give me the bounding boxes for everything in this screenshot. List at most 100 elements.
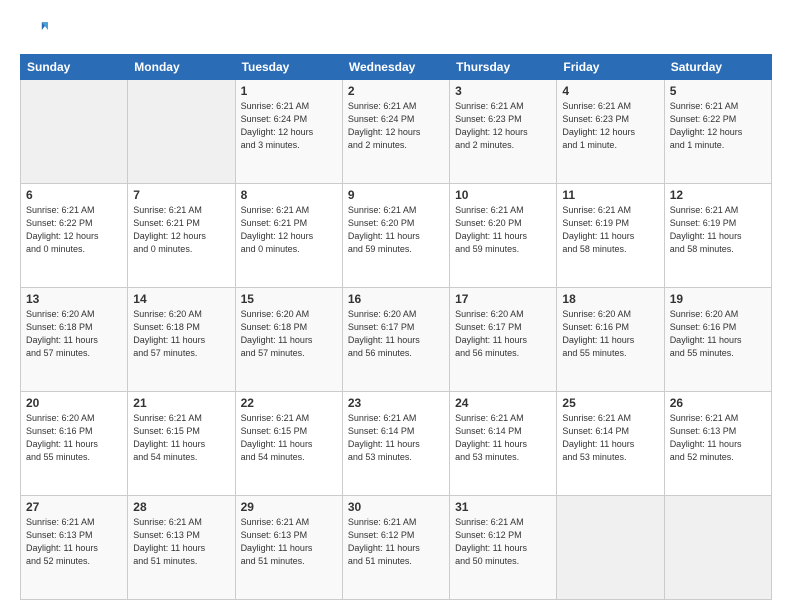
- header: [20, 16, 772, 44]
- week-row-4: 27 Sunrise: 6:21 AM Sunset: 6:13 PM Dayli…: [21, 496, 772, 600]
- day-info: Sunrise: 6:21 AM Sunset: 6:12 PM Dayligh…: [348, 516, 444, 568]
- day-number: 29: [241, 500, 337, 514]
- calendar-cell: 15 Sunrise: 6:20 AM Sunset: 6:18 PM Dayli…: [235, 288, 342, 392]
- day-number: 24: [455, 396, 551, 410]
- header-day-sunday: Sunday: [21, 55, 128, 80]
- header-day-monday: Monday: [128, 55, 235, 80]
- calendar-cell: 22 Sunrise: 6:21 AM Sunset: 6:15 PM Dayli…: [235, 392, 342, 496]
- day-info: Sunrise: 6:20 AM Sunset: 6:17 PM Dayligh…: [348, 308, 444, 360]
- calendar-cell: 8 Sunrise: 6:21 AM Sunset: 6:21 PM Daylig…: [235, 184, 342, 288]
- day-info: Sunrise: 6:21 AM Sunset: 6:13 PM Dayligh…: [133, 516, 229, 568]
- calendar-cell: 20 Sunrise: 6:20 AM Sunset: 6:16 PM Dayli…: [21, 392, 128, 496]
- week-row-3: 20 Sunrise: 6:20 AM Sunset: 6:16 PM Dayli…: [21, 392, 772, 496]
- day-number: 13: [26, 292, 122, 306]
- day-info: Sunrise: 6:21 AM Sunset: 6:13 PM Dayligh…: [241, 516, 337, 568]
- calendar-cell: 6Sunrise: 6:21 AM Sunset: 6:22 PM Daylig…: [21, 184, 128, 288]
- calendar-body: 1 Sunrise: 6:21 AM Sunset: 6:24 PM Daylig…: [21, 80, 772, 600]
- day-number: 4: [562, 84, 658, 98]
- day-info: Sunrise: 6:20 AM Sunset: 6:18 PM Dayligh…: [26, 308, 122, 360]
- calendar-cell: 24 Sunrise: 6:21 AM Sunset: 6:14 PM Dayli…: [450, 392, 557, 496]
- day-number: 14: [133, 292, 229, 306]
- calendar-cell: [557, 496, 664, 600]
- calendar-cell: 21Sunrise: 6:21 AM Sunset: 6:15 PM Dayli…: [128, 392, 235, 496]
- day-number: 26: [670, 396, 766, 410]
- day-number: 20: [26, 396, 122, 410]
- day-number: 27: [26, 500, 122, 514]
- day-number: 9: [348, 188, 444, 202]
- day-info: Sunrise: 6:21 AM Sunset: 6:19 PM Dayligh…: [670, 204, 766, 256]
- day-info: Sunrise: 6:21 AM Sunset: 6:13 PM Dayligh…: [26, 516, 122, 568]
- day-number: 11: [562, 188, 658, 202]
- day-number: 5: [670, 84, 766, 98]
- day-number: 7: [133, 188, 229, 202]
- day-number: 16: [348, 292, 444, 306]
- header-day-thursday: Thursday: [450, 55, 557, 80]
- day-info: Sunrise: 6:20 AM Sunset: 6:18 PM Dayligh…: [241, 308, 337, 360]
- calendar-cell: 26 Sunrise: 6:21 AM Sunset: 6:13 PM Dayli…: [664, 392, 771, 496]
- day-info: Sunrise: 6:21 AM Sunset: 6:21 PM Dayligh…: [133, 204, 229, 256]
- calendar-cell: 3Sunrise: 6:21 AM Sunset: 6:23 PM Daylig…: [450, 80, 557, 184]
- calendar-cell: 29 Sunrise: 6:21 AM Sunset: 6:13 PM Dayli…: [235, 496, 342, 600]
- calendar-cell: 31Sunrise: 6:21 AM Sunset: 6:12 PM Dayli…: [450, 496, 557, 600]
- day-number: 22: [241, 396, 337, 410]
- page: SundayMondayTuesdayWednesdayThursdayFrid…: [0, 0, 792, 612]
- calendar-cell: 14Sunrise: 6:20 AM Sunset: 6:18 PM Dayli…: [128, 288, 235, 392]
- day-info: Sunrise: 6:20 AM Sunset: 6:17 PM Dayligh…: [455, 308, 551, 360]
- day-info: Sunrise: 6:21 AM Sunset: 6:14 PM Dayligh…: [348, 412, 444, 464]
- day-info: Sunrise: 6:21 AM Sunset: 6:19 PM Dayligh…: [562, 204, 658, 256]
- calendar-cell: 11 Sunrise: 6:21 AM Sunset: 6:19 PM Dayli…: [557, 184, 664, 288]
- day-number: 12: [670, 188, 766, 202]
- calendar-cell: 9 Sunrise: 6:21 AM Sunset: 6:20 PM Daylig…: [342, 184, 449, 288]
- day-number: 2: [348, 84, 444, 98]
- day-info: Sunrise: 6:21 AM Sunset: 6:13 PM Dayligh…: [670, 412, 766, 464]
- calendar-cell: 13 Sunrise: 6:20 AM Sunset: 6:18 PM Dayli…: [21, 288, 128, 392]
- day-info: Sunrise: 6:21 AM Sunset: 6:24 PM Dayligh…: [241, 100, 337, 152]
- day-number: 15: [241, 292, 337, 306]
- header-day-friday: Friday: [557, 55, 664, 80]
- day-info: Sunrise: 6:21 AM Sunset: 6:23 PM Dayligh…: [562, 100, 658, 152]
- calendar-cell: 27 Sunrise: 6:21 AM Sunset: 6:13 PM Dayli…: [21, 496, 128, 600]
- day-number: 10: [455, 188, 551, 202]
- day-info: Sunrise: 6:21 AM Sunset: 6:20 PM Dayligh…: [348, 204, 444, 256]
- week-row-0: 1 Sunrise: 6:21 AM Sunset: 6:24 PM Daylig…: [21, 80, 772, 184]
- day-info: Sunrise: 6:20 AM Sunset: 6:16 PM Dayligh…: [26, 412, 122, 464]
- header-row: SundayMondayTuesdayWednesdayThursdayFrid…: [21, 55, 772, 80]
- day-number: 17: [455, 292, 551, 306]
- calendar-cell: 7 Sunrise: 6:21 AM Sunset: 6:21 PM Daylig…: [128, 184, 235, 288]
- week-row-1: 6Sunrise: 6:21 AM Sunset: 6:22 PM Daylig…: [21, 184, 772, 288]
- day-number: 30: [348, 500, 444, 514]
- day-number: 23: [348, 396, 444, 410]
- calendar-cell: 19 Sunrise: 6:20 AM Sunset: 6:16 PM Dayli…: [664, 288, 771, 392]
- calendar-cell: 1 Sunrise: 6:21 AM Sunset: 6:24 PM Daylig…: [235, 80, 342, 184]
- logo: [20, 16, 52, 44]
- calendar-cell: 17 Sunrise: 6:20 AM Sunset: 6:17 PM Dayli…: [450, 288, 557, 392]
- header-day-saturday: Saturday: [664, 55, 771, 80]
- day-number: 6: [26, 188, 122, 202]
- calendar-cell: 30 Sunrise: 6:21 AM Sunset: 6:12 PM Dayli…: [342, 496, 449, 600]
- day-info: Sunrise: 6:20 AM Sunset: 6:16 PM Dayligh…: [670, 308, 766, 360]
- logo-icon: [20, 16, 48, 44]
- day-info: Sunrise: 6:21 AM Sunset: 6:15 PM Dayligh…: [241, 412, 337, 464]
- day-info: Sunrise: 6:21 AM Sunset: 6:21 PM Dayligh…: [241, 204, 337, 256]
- calendar-cell: 16 Sunrise: 6:20 AM Sunset: 6:17 PM Dayli…: [342, 288, 449, 392]
- day-info: Sunrise: 6:21 AM Sunset: 6:14 PM Dayligh…: [562, 412, 658, 464]
- day-number: 18: [562, 292, 658, 306]
- day-info: Sunrise: 6:21 AM Sunset: 6:20 PM Dayligh…: [455, 204, 551, 256]
- day-info: Sunrise: 6:21 AM Sunset: 6:15 PM Dayligh…: [133, 412, 229, 464]
- calendar-cell: 28Sunrise: 6:21 AM Sunset: 6:13 PM Dayli…: [128, 496, 235, 600]
- calendar-cell: [664, 496, 771, 600]
- day-number: 19: [670, 292, 766, 306]
- calendar-header: SundayMondayTuesdayWednesdayThursdayFrid…: [21, 55, 772, 80]
- day-number: 8: [241, 188, 337, 202]
- week-row-2: 13 Sunrise: 6:20 AM Sunset: 6:18 PM Dayli…: [21, 288, 772, 392]
- day-info: Sunrise: 6:21 AM Sunset: 6:24 PM Dayligh…: [348, 100, 444, 152]
- day-number: 31: [455, 500, 551, 514]
- day-info: Sunrise: 6:20 AM Sunset: 6:16 PM Dayligh…: [562, 308, 658, 360]
- day-info: Sunrise: 6:21 AM Sunset: 6:14 PM Dayligh…: [455, 412, 551, 464]
- calendar-cell: 2 Sunrise: 6:21 AM Sunset: 6:24 PM Daylig…: [342, 80, 449, 184]
- calendar-cell: [128, 80, 235, 184]
- day-number: 3: [455, 84, 551, 98]
- day-number: 1: [241, 84, 337, 98]
- day-number: 25: [562, 396, 658, 410]
- calendar-cell: 10 Sunrise: 6:21 AM Sunset: 6:20 PM Dayli…: [450, 184, 557, 288]
